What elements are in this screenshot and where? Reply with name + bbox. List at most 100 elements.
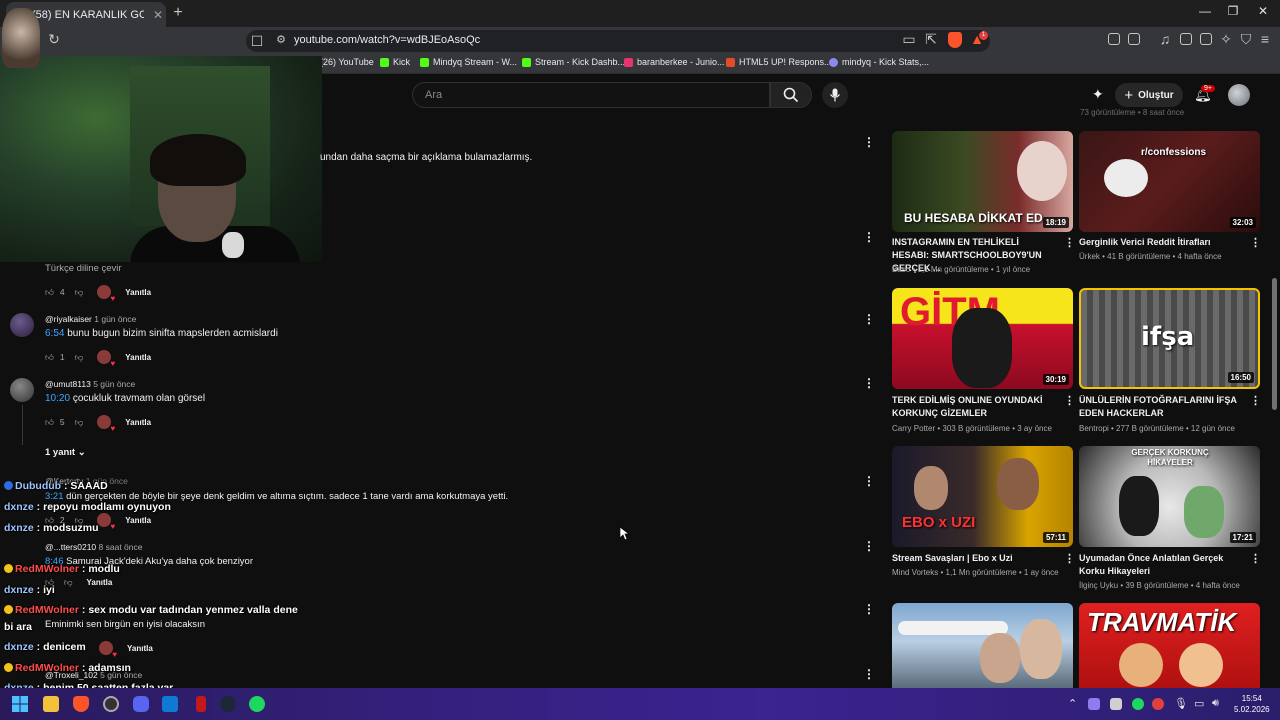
bookmark-baranberkee[interactable]: baranberkee - Junio... bbox=[624, 57, 725, 67]
maximize-icon[interactable]: ❐ bbox=[1218, 4, 1248, 18]
bookmark-kick[interactable]: Kick bbox=[380, 57, 410, 67]
reply-button[interactable]: Yanıtla bbox=[87, 578, 113, 587]
timestamp-link[interactable]: 10:20 bbox=[45, 393, 70, 404]
extensions-icon[interactable] bbox=[1108, 33, 1120, 45]
video-title[interactable]: Stream Savaşları | Ebo x Uzi bbox=[892, 552, 1052, 565]
tray-mic-icon[interactable]: 🎙︎ bbox=[1174, 697, 1188, 710]
steam-icon[interactable] bbox=[220, 696, 236, 712]
reply-button[interactable]: Yanıtla bbox=[125, 418, 151, 427]
video-thumbnail[interactable]: GİTM 30:19 bbox=[892, 288, 1073, 389]
comment-menu-icon[interactable]: ⋮ bbox=[863, 602, 875, 616]
video-thumbnail[interactable]: ifşa 16:50 bbox=[1079, 288, 1260, 389]
tray-app-icon[interactable] bbox=[1152, 698, 1164, 710]
minimize-icon[interactable]: — bbox=[1190, 4, 1220, 18]
comment-author[interactable]: @...tters0210 8 saat önce bbox=[45, 542, 142, 552]
reply-button[interactable]: Yanıtla bbox=[125, 353, 151, 362]
windows-start-icon[interactable] bbox=[12, 696, 28, 712]
video-menu-icon[interactable]: ⋮ bbox=[1064, 394, 1075, 407]
tray-discord-icon[interactable] bbox=[1110, 698, 1122, 710]
like-button[interactable]: 👍︎ 1 bbox=[45, 352, 65, 363]
reload-icon[interactable]: ↻ bbox=[45, 31, 63, 48]
like-button[interactable]: 👍︎ 4 bbox=[45, 287, 65, 298]
close-window-icon[interactable]: ✕ bbox=[1248, 4, 1278, 18]
system-clock[interactable]: 15:54 5.02.2026 bbox=[1234, 693, 1270, 715]
dislike-icon[interactable]: 👎︎ bbox=[75, 352, 84, 363]
tab-close-icon[interactable]: ✕ bbox=[150, 8, 166, 22]
search-input[interactable]: Ara bbox=[412, 82, 770, 108]
reply-button[interactable]: Yanıtla bbox=[125, 516, 151, 525]
spotify-icon[interactable] bbox=[249, 696, 265, 712]
bookmark-page-icon[interactable]: ☐ bbox=[248, 33, 266, 50]
channel-name[interactable]: Bentropi bbox=[1079, 424, 1109, 433]
channel-name[interactable]: Baso bbox=[892, 265, 910, 274]
video-thumbnail[interactable]: BU HESABA DİKKAT ED 18:19 bbox=[892, 131, 1073, 232]
channel-name[interactable]: İlginç Uyku bbox=[1079, 581, 1118, 590]
video-thumbnail[interactable]: TRAVMATİK bbox=[1079, 603, 1260, 688]
media-icon[interactable]: ♫ bbox=[1156, 31, 1174, 47]
video-thumbnail[interactable]: r/confessions 32:03 bbox=[1079, 131, 1260, 232]
install-app-icon[interactable]: ▭ bbox=[900, 31, 918, 48]
app-icon[interactable] bbox=[196, 696, 206, 712]
wallet-icon[interactable] bbox=[1200, 33, 1212, 45]
comment-author[interactable]: @umut8113 5 gün önce bbox=[45, 379, 135, 389]
tray-spotify-icon[interactable] bbox=[1132, 698, 1144, 710]
dislike-icon[interactable]: 👎︎ bbox=[75, 417, 84, 428]
obs-icon[interactable] bbox=[103, 696, 119, 712]
tray-network-icon[interactable]: ▭ bbox=[1194, 697, 1204, 710]
video-title[interactable]: ÜNLÜLERİN FOTOĞRAFLARINI İFŞA EDEN HACKE… bbox=[1079, 394, 1239, 420]
comment-menu-icon[interactable]: ⋮ bbox=[863, 474, 875, 488]
tray-overflow-icon[interactable]: ⌃ bbox=[1068, 697, 1077, 710]
video-title[interactable]: Gerginlik Verici Reddit İtirafları bbox=[1079, 236, 1239, 249]
search-button[interactable] bbox=[770, 82, 812, 108]
new-tab-icon[interactable]: + bbox=[170, 4, 186, 22]
avatar[interactable] bbox=[10, 313, 34, 337]
video-menu-icon[interactable]: ⋮ bbox=[1064, 236, 1075, 249]
replies-toggle[interactable]: 1 yanıt ⌄ bbox=[45, 447, 86, 458]
bookmark-kick-dashboard[interactable]: Stream - Kick Dashb... bbox=[522, 57, 625, 67]
comment-author[interactable]: @riyalkaiser 1 gün önce bbox=[45, 314, 136, 324]
reply-button[interactable]: Yanıtla bbox=[127, 644, 153, 653]
comment-menu-icon[interactable]: ⋮ bbox=[863, 135, 875, 149]
timestamp-link[interactable]: 6:54 bbox=[45, 328, 64, 339]
bookmark-kick-stats[interactable]: mindyq - Kick Stats,... bbox=[829, 57, 929, 67]
channel-name[interactable]: Carry Potter bbox=[892, 424, 935, 433]
comment-menu-icon[interactable]: ⋮ bbox=[863, 312, 875, 326]
vpn-shield-icon[interactable]: ⛉ bbox=[1237, 31, 1255, 48]
comment-menu-icon[interactable]: ⋮ bbox=[863, 667, 875, 681]
brave-browser-icon[interactable] bbox=[73, 696, 89, 712]
screenshot-icon[interactable] bbox=[1128, 33, 1140, 45]
brave-shields-icon[interactable] bbox=[948, 32, 962, 48]
video-thumbnail[interactable]: GERÇEK KORKUNÇ HİKAYELER 17:21 bbox=[1079, 446, 1260, 547]
video-menu-icon[interactable]: ⋮ bbox=[1250, 236, 1261, 249]
bookmark-html5up[interactable]: HTML5 UP! Respons... bbox=[726, 57, 832, 67]
reply-button[interactable]: Yanıtla bbox=[125, 288, 151, 297]
video-title[interactable]: TERK EDİLMİŞ ONLINE OYUNDAKİ KORKUNÇ GİZ… bbox=[892, 394, 1052, 420]
create-button[interactable]: + Oluştur bbox=[1115, 83, 1183, 107]
tray-app-icon[interactable] bbox=[1088, 698, 1100, 710]
comment-menu-icon[interactable]: ⋮ bbox=[863, 539, 875, 553]
leo-icon[interactable]: ✧ bbox=[1217, 31, 1235, 48]
comment-menu-icon[interactable]: ⋮ bbox=[863, 376, 875, 390]
account-avatar[interactable] bbox=[1228, 84, 1250, 106]
comment-menu-icon[interactable]: ⋮ bbox=[863, 230, 875, 244]
vscode-icon[interactable] bbox=[162, 696, 178, 712]
share-icon[interactable]: ⇱ bbox=[922, 31, 940, 48]
sidebar-icon[interactable] bbox=[1180, 33, 1192, 45]
tray-volume-icon[interactable]: 🔊︎ bbox=[1212, 697, 1219, 710]
file-explorer-icon[interactable] bbox=[43, 696, 59, 712]
video-thumbnail[interactable] bbox=[892, 603, 1073, 688]
gemini-sparkle-icon[interactable]: ✦ bbox=[1092, 86, 1104, 103]
video-menu-icon[interactable]: ⋮ bbox=[1250, 552, 1261, 565]
video-menu-icon[interactable]: ⋮ bbox=[1064, 552, 1075, 565]
menu-icon[interactable]: ≡ bbox=[1256, 31, 1274, 47]
translate-link[interactable]: Türkçe diline çevir bbox=[45, 263, 122, 274]
bookmark-youtube[interactable]: (26) YouTube bbox=[320, 57, 374, 67]
dislike-icon[interactable]: 👎︎ bbox=[64, 577, 73, 588]
discord-icon[interactable] bbox=[133, 696, 149, 712]
video-thumbnail[interactable]: EBO x UZI 57:11 bbox=[892, 446, 1073, 547]
like-button[interactable]: 👍︎ 5 bbox=[45, 417, 65, 428]
avatar[interactable] bbox=[10, 378, 34, 402]
page-scrollbar[interactable] bbox=[1272, 278, 1277, 410]
video-title[interactable]: Uyumadan Önce Anlatılan Gerçek Korku Hik… bbox=[1079, 552, 1239, 578]
channel-name[interactable]: Mind Vorteks bbox=[892, 568, 938, 577]
